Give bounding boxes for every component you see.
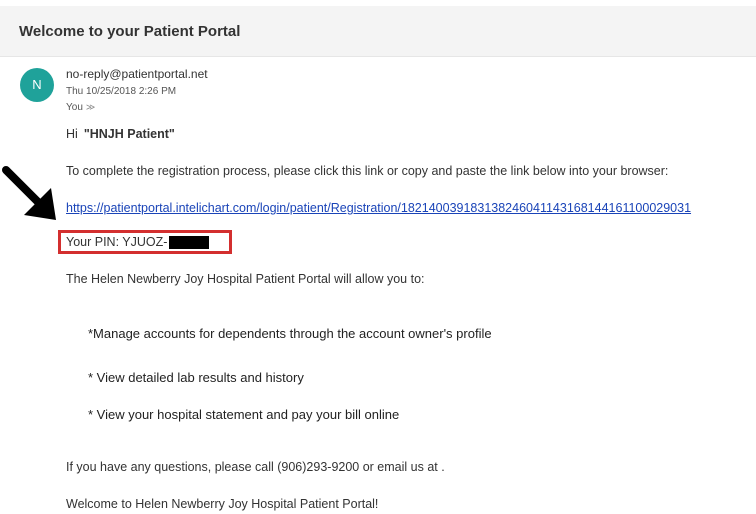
feature-item: * View detailed lab results and history	[88, 370, 304, 385]
redaction-bar	[169, 236, 209, 249]
recipient-label: You	[66, 102, 83, 113]
sent-date: Thu 10/25/2018 2:26 PM	[66, 86, 177, 97]
feature-item: *Manage accounts for dependents through …	[88, 326, 492, 341]
closing-line: Welcome to Helen Newberry Joy Hospital P…	[66, 497, 379, 511]
patient-name: "HNJH Patient"	[83, 127, 175, 141]
greeting: Hi "HNJH Patient"	[66, 127, 175, 141]
sender-address[interactable]: no-reply@patientportal.net	[66, 67, 208, 81]
arrow-down-right-icon	[2, 166, 56, 220]
sender-avatar[interactable]: N	[20, 68, 54, 102]
chevron-down-icon[interactable]: ≫	[86, 102, 95, 112]
registration-instructions: To complete the registration process, pl…	[66, 164, 669, 178]
greeting-prefix: Hi	[66, 127, 78, 141]
portal-intro: The Helen Newberry Joy Hospital Patient …	[66, 272, 425, 286]
contact-info: If you have any questions, please call (…	[66, 460, 445, 474]
feature-item: * View your hospital statement and pay y…	[88, 407, 400, 422]
email-reading-pane: Welcome to your Patient Portal N no-repl…	[0, 0, 756, 514]
pin-text: Your PIN: YJUOZ-	[66, 235, 168, 249]
recipient-line[interactable]: You ≫	[66, 102, 95, 113]
email-subject: Welcome to your Patient Portal	[19, 23, 241, 40]
registration-link[interactable]: https://patientportal.intelichart.com/lo…	[66, 201, 691, 215]
